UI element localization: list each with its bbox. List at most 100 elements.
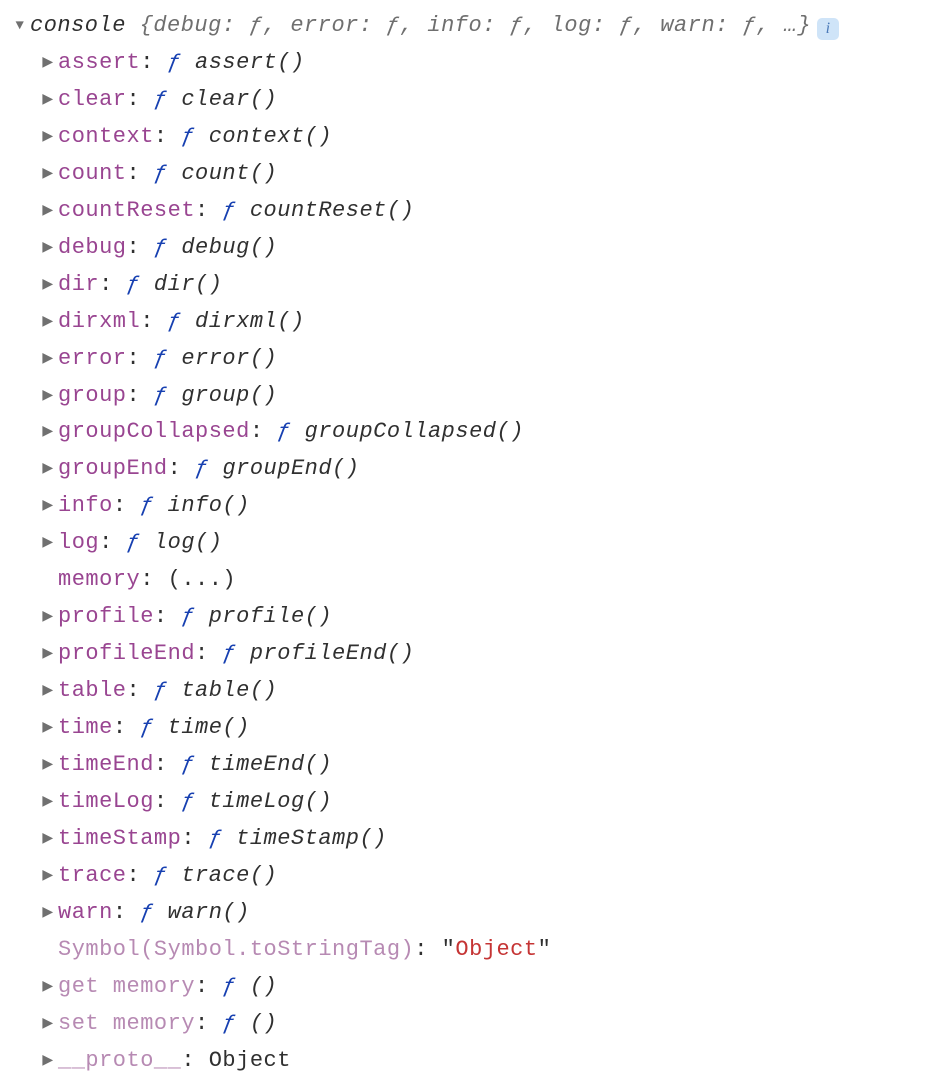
property-row[interactable]: ▶clear: ƒ clear()	[10, 82, 926, 119]
expand-arrow-icon[interactable]: ▶	[38, 643, 58, 667]
tree-root-row[interactable]: ▼ console {debug: ƒ, error: ƒ, info: ƒ, …	[10, 8, 926, 45]
colon: :	[154, 747, 181, 784]
property-key: timeStamp	[58, 821, 181, 858]
colon: :	[127, 341, 154, 378]
property-row[interactable]: ▶profile: ƒ profile()	[10, 599, 926, 636]
function-symbol: ƒ	[222, 969, 236, 1006]
property-row[interactable]: ▶memory: (...)	[10, 562, 926, 599]
property-key: context	[58, 119, 154, 156]
expand-arrow-icon[interactable]: ▶	[38, 754, 58, 778]
property-row[interactable]: ▶group: ƒ group()	[10, 378, 926, 415]
expand-arrow-icon[interactable]: ▶	[38, 126, 58, 150]
colon: :	[195, 1006, 222, 1043]
function-name: log()	[154, 525, 223, 562]
property-row[interactable]: ▶timeStamp: ƒ timeStamp()	[10, 821, 926, 858]
string-value: Object	[455, 932, 537, 969]
function-symbol: ƒ	[154, 156, 168, 193]
property-row[interactable]: ▶set memory: ƒ ()	[10, 1006, 926, 1043]
function-symbol: ƒ	[154, 858, 168, 895]
property-row[interactable]: ▶count: ƒ count()	[10, 156, 926, 193]
info-icon[interactable]: i	[817, 18, 839, 40]
property-row[interactable]: ▶log: ƒ log()	[10, 525, 926, 562]
colon: :	[99, 525, 126, 562]
expand-arrow-icon[interactable]: ▶	[38, 865, 58, 889]
function-name: count()	[181, 156, 277, 193]
property-row[interactable]: ▶debug: ƒ debug()	[10, 230, 926, 267]
property-row[interactable]: ▶dirxml: ƒ dirxml()	[10, 304, 926, 341]
property-key: set memory	[58, 1006, 195, 1043]
expand-arrow-icon[interactable]: ▶	[38, 717, 58, 741]
property-row[interactable]: ▶countReset: ƒ countReset()	[10, 193, 926, 230]
expand-arrow-icon[interactable]: ▶	[38, 680, 58, 704]
property-key: warn	[58, 895, 113, 932]
colon: :	[181, 1043, 208, 1080]
expand-arrow-icon[interactable]: ▶	[38, 1050, 58, 1074]
expand-arrow-icon[interactable]: ▶	[38, 163, 58, 187]
function-symbol: ƒ	[154, 82, 168, 119]
property-row[interactable]: ▶Symbol(Symbol.toStringTag): "Object"	[10, 932, 926, 969]
expand-arrow-icon[interactable]: ▶	[38, 976, 58, 1000]
property-row[interactable]: ▶table: ƒ table()	[10, 673, 926, 710]
expand-arrow-icon[interactable]: ▶	[38, 1013, 58, 1037]
function-name: profileEnd()	[250, 636, 414, 673]
property-key: debug	[58, 230, 127, 267]
expand-arrow-icon[interactable]: ▶	[38, 311, 58, 335]
function-name: timeStamp()	[236, 821, 387, 858]
expand-arrow-icon[interactable]: ▶	[38, 200, 58, 224]
function-symbol: ƒ	[127, 525, 141, 562]
function-symbol: ƒ	[168, 45, 182, 82]
function-name: ()	[250, 1006, 277, 1043]
property-row[interactable]: ▶groupEnd: ƒ groupEnd()	[10, 451, 926, 488]
expand-arrow-icon[interactable]: ▶	[38, 902, 58, 926]
property-row[interactable]: ▶__proto__: Object	[10, 1043, 926, 1080]
colon: :	[127, 82, 154, 119]
function-name: debug()	[181, 230, 277, 267]
function-name: error()	[181, 341, 277, 378]
colon: :	[127, 378, 154, 415]
property-row[interactable]: ▶error: ƒ error()	[10, 341, 926, 378]
expand-arrow-icon[interactable]: ▼	[10, 15, 30, 39]
function-symbol: ƒ	[154, 378, 168, 415]
expand-arrow-icon[interactable]: ▶	[38, 532, 58, 556]
property-row[interactable]: ▶groupCollapsed: ƒ groupCollapsed()	[10, 414, 926, 451]
expand-arrow-icon[interactable]: ▶	[38, 385, 58, 409]
expand-arrow-icon[interactable]: ▶	[38, 52, 58, 76]
function-symbol: ƒ	[181, 119, 195, 156]
property-value[interactable]: (...)	[168, 562, 237, 599]
property-row[interactable]: ▶assert: ƒ assert()	[10, 45, 926, 82]
property-row[interactable]: ▶context: ƒ context()	[10, 119, 926, 156]
function-symbol: ƒ	[195, 451, 209, 488]
property-row[interactable]: ▶dir: ƒ dir()	[10, 267, 926, 304]
colon: :	[113, 488, 140, 525]
property-row[interactable]: ▶timeEnd: ƒ timeEnd()	[10, 747, 926, 784]
property-key: profile	[58, 599, 154, 636]
expand-arrow-icon[interactable]: ▶	[38, 458, 58, 482]
property-key: info	[58, 488, 113, 525]
expand-arrow-icon[interactable]: ▶	[38, 237, 58, 261]
function-name: time()	[168, 710, 250, 747]
property-row[interactable]: ▶timeLog: ƒ timeLog()	[10, 784, 926, 821]
expand-arrow-icon[interactable]: ▶	[38, 606, 58, 630]
property-row[interactable]: ▶profileEnd: ƒ profileEnd()	[10, 636, 926, 673]
expand-arrow-icon[interactable]: ▶	[38, 495, 58, 519]
colon: :	[99, 267, 126, 304]
function-symbol: ƒ	[127, 267, 141, 304]
property-key: dirxml	[58, 304, 140, 341]
expand-arrow-icon[interactable]: ▶	[38, 828, 58, 852]
expand-arrow-icon[interactable]: ▶	[38, 421, 58, 445]
property-row[interactable]: ▶trace: ƒ trace()	[10, 858, 926, 895]
function-symbol: ƒ	[277, 414, 291, 451]
property-row[interactable]: ▶info: ƒ info()	[10, 488, 926, 525]
expand-arrow-icon[interactable]: ▶	[38, 348, 58, 372]
property-row[interactable]: ▶get memory: ƒ ()	[10, 969, 926, 1006]
property-row[interactable]: ▶warn: ƒ warn()	[10, 895, 926, 932]
expand-arrow-icon[interactable]: ▶	[38, 89, 58, 113]
function-name: assert()	[195, 45, 305, 82]
property-row[interactable]: ▶time: ƒ time()	[10, 710, 926, 747]
expand-arrow-icon[interactable]: ▶	[38, 274, 58, 298]
expand-arrow-icon[interactable]: ▶	[38, 791, 58, 815]
property-key: countReset	[58, 193, 195, 230]
function-symbol: ƒ	[154, 341, 168, 378]
property-key: count	[58, 156, 127, 193]
colon: :	[154, 599, 181, 636]
